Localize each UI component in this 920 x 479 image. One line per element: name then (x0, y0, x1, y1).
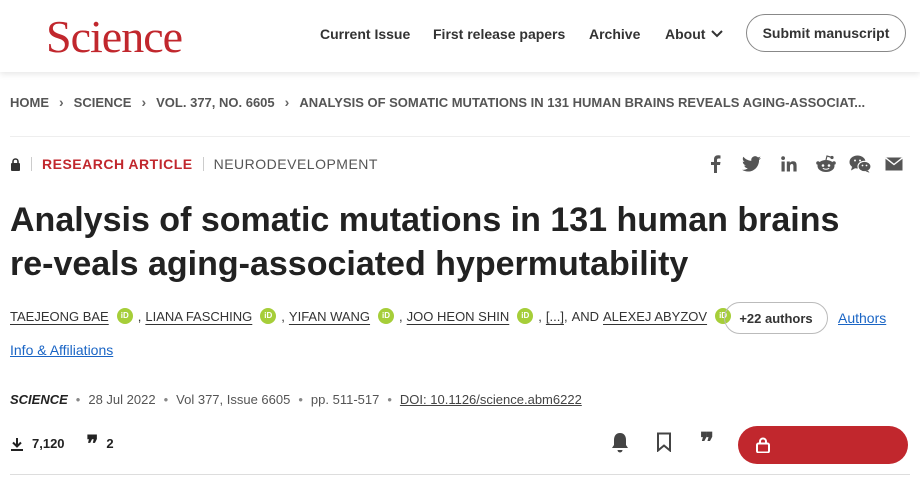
authors-link[interactable]: Authors (838, 310, 886, 326)
divider (10, 136, 910, 137)
citation-count: 2 (106, 436, 114, 451)
separator-dot: • (163, 392, 169, 407)
facebook-icon[interactable] (709, 155, 721, 173)
author-link[interactable]: JOO HEON SHIN (407, 309, 510, 324)
more-authors-button[interactable]: +22 authors (724, 302, 828, 334)
chevron-down-icon (711, 30, 724, 38)
bell-icon[interactable] (610, 432, 630, 454)
nav-about[interactable]: About (665, 26, 724, 42)
divider (10, 474, 910, 475)
article-metrics: 7,120 ❞ 2 (10, 430, 114, 456)
breadcrumb-volume[interactable]: VOL. 377, NO. 6605 (156, 95, 275, 110)
chevron-right-icon: › (141, 94, 147, 110)
reddit-icon[interactable] (816, 155, 836, 173)
info-affiliations-link[interactable]: Info & Affiliations (10, 342, 113, 358)
separator-dot: • (387, 392, 392, 407)
breadcrumb-home[interactable]: HOME (10, 95, 49, 110)
nav-first-release[interactable]: First release papers (433, 26, 565, 42)
article-meta: RESEARCH ARTICLE NEURODEVELOPMENT (10, 156, 378, 172)
author-link[interactable]: YIFAN WANG (289, 309, 370, 324)
page-range: pp. 511-517 (310, 392, 380, 407)
orcid-icon[interactable]: iD (260, 308, 277, 324)
article-type: RESEARCH ARTICLE (42, 156, 193, 172)
chevron-right-icon: › (284, 94, 290, 110)
divider (202, 157, 204, 171)
orcid-icon[interactable]: iD (378, 308, 395, 324)
nav-current-issue[interactable]: Current Issue (320, 26, 410, 42)
article-section[interactable]: NEURODEVELOPMENT (214, 156, 378, 172)
email-icon[interactable] (885, 157, 903, 171)
twitter-icon[interactable] (742, 156, 761, 172)
author-link[interactable]: ALEXEJ ABYZOV (603, 309, 707, 324)
nav-about-label: About (665, 26, 706, 42)
science-logo[interactable]: Science (46, 10, 183, 63)
orcid-icon[interactable]: iD (517, 308, 534, 324)
author-link[interactable]: LIANA FASCHING (145, 309, 252, 324)
download-count: 7,120 (32, 436, 65, 451)
author-list: TAEJEONG BAE iD, LIANA FASCHING iD, YIFA… (10, 308, 736, 324)
lock-icon (756, 437, 770, 453)
get-access-button[interactable] (738, 426, 908, 464)
journal-name: SCIENCE (10, 392, 68, 407)
wechat-icon[interactable] (849, 155, 872, 173)
separator-dot: • (75, 392, 81, 407)
orcid-icon[interactable]: iD (116, 308, 133, 324)
article-title: Analysis of somatic mutations in 131 hum… (10, 201, 840, 283)
publication-date: 28 Jul 2022 (88, 392, 156, 407)
download-icon (11, 437, 23, 451)
citation-quote-icon: ❞ (86, 430, 99, 456)
citation-line: SCIENCE • 28 Jul 2022 • Vol 377, Issue 6… (10, 392, 582, 407)
site-header: Science Current Issue First release pape… (0, 0, 920, 72)
expand-authors-link[interactable]: [...] (546, 309, 564, 324)
chevron-right-icon: › (59, 94, 64, 110)
cite-quote-icon[interactable]: ❞ (700, 430, 714, 456)
breadcrumb: HOME › SCIENCE › VOL. 377, NO. 6605 › AN… (10, 94, 865, 110)
and-label: AND (571, 308, 600, 324)
doi-link[interactable]: DOI: 10.1126/science.abm6222 (400, 392, 582, 407)
author-link[interactable]: TAEJEONG BAE (10, 309, 109, 324)
breadcrumb-science[interactable]: SCIENCE (74, 95, 132, 110)
volume-issue[interactable]: Vol 377, Issue 6605 (176, 392, 290, 407)
bookmark-icon[interactable] (656, 432, 672, 452)
separator-dot: • (298, 392, 303, 407)
breadcrumb-current: ANALYSIS OF SOMATIC MUTATIONS IN 131 HUM… (299, 94, 866, 110)
nav-archive[interactable]: Archive (589, 26, 640, 42)
divider (31, 157, 32, 171)
linkedin-icon[interactable] (781, 156, 797, 172)
submit-manuscript-button[interactable]: Submit manuscript (746, 14, 906, 52)
lock-icon (11, 157, 20, 171)
